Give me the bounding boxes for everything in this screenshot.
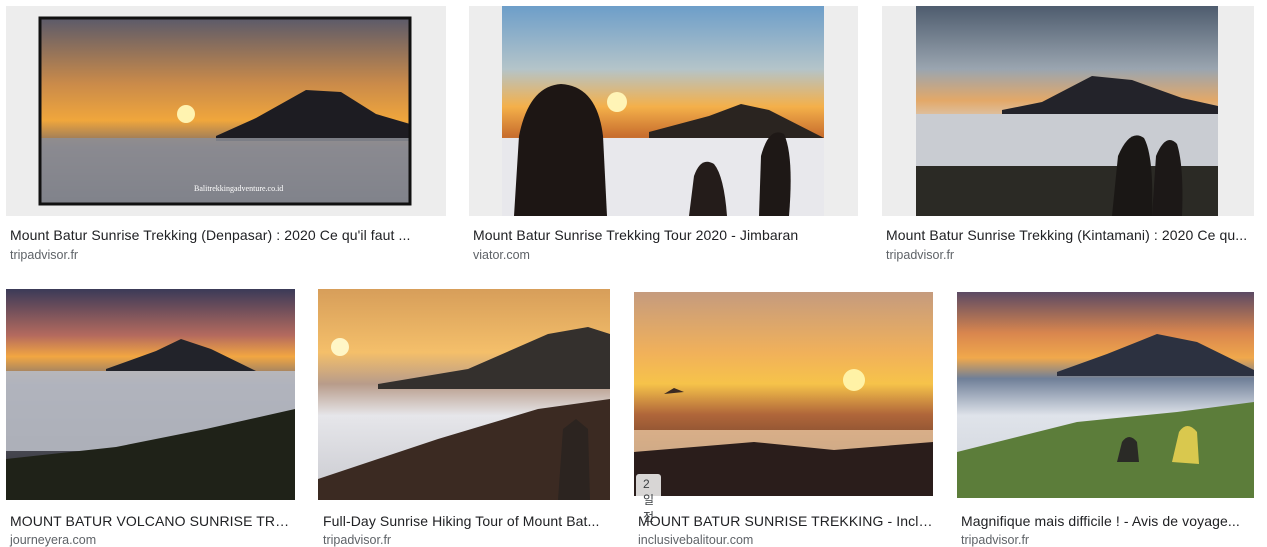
result-image[interactable] bbox=[634, 292, 933, 496]
result-title[interactable]: MOUNT BATUR SUNRISE TREKKING - Inclus... bbox=[638, 513, 933, 529]
result-title[interactable]: MOUNT BATUR VOLCANO SUNRISE TREK ... bbox=[10, 513, 295, 529]
result-source[interactable]: viator.com bbox=[473, 248, 530, 262]
result-source[interactable]: journeyera.com bbox=[10, 533, 96, 547]
result-title[interactable]: Mount Batur Sunrise Trekking (Kintamani)… bbox=[886, 227, 1254, 243]
result-source[interactable]: inclusivebalitour.com bbox=[638, 533, 753, 547]
result-image[interactable]: Balitrekkingadventure.co.id bbox=[6, 6, 446, 216]
result-image[interactable] bbox=[957, 292, 1254, 498]
watermark: Balitrekkingadventure.co.id bbox=[194, 184, 284, 193]
result-source[interactable]: tripadvisor.fr bbox=[961, 533, 1029, 547]
result-title[interactable]: Mount Batur Sunrise Trekking Tour 2020 -… bbox=[473, 227, 858, 243]
result-image[interactable] bbox=[318, 289, 610, 500]
result-source[interactable]: tripadvisor.fr bbox=[323, 533, 391, 547]
result-image[interactable] bbox=[6, 289, 295, 500]
result-title[interactable]: Magnifique mais difficile ! - Avis de vo… bbox=[961, 513, 1254, 529]
result-source[interactable]: tripadvisor.fr bbox=[10, 248, 78, 262]
result-image[interactable] bbox=[882, 6, 1254, 216]
result-title[interactable]: Full-Day Sunrise Hiking Tour of Mount Ba… bbox=[323, 513, 610, 529]
result-source[interactable]: tripadvisor.fr bbox=[886, 248, 954, 262]
result-image[interactable] bbox=[469, 6, 858, 216]
result-title[interactable]: Mount Batur Sunrise Trekking (Denpasar) … bbox=[10, 227, 440, 243]
